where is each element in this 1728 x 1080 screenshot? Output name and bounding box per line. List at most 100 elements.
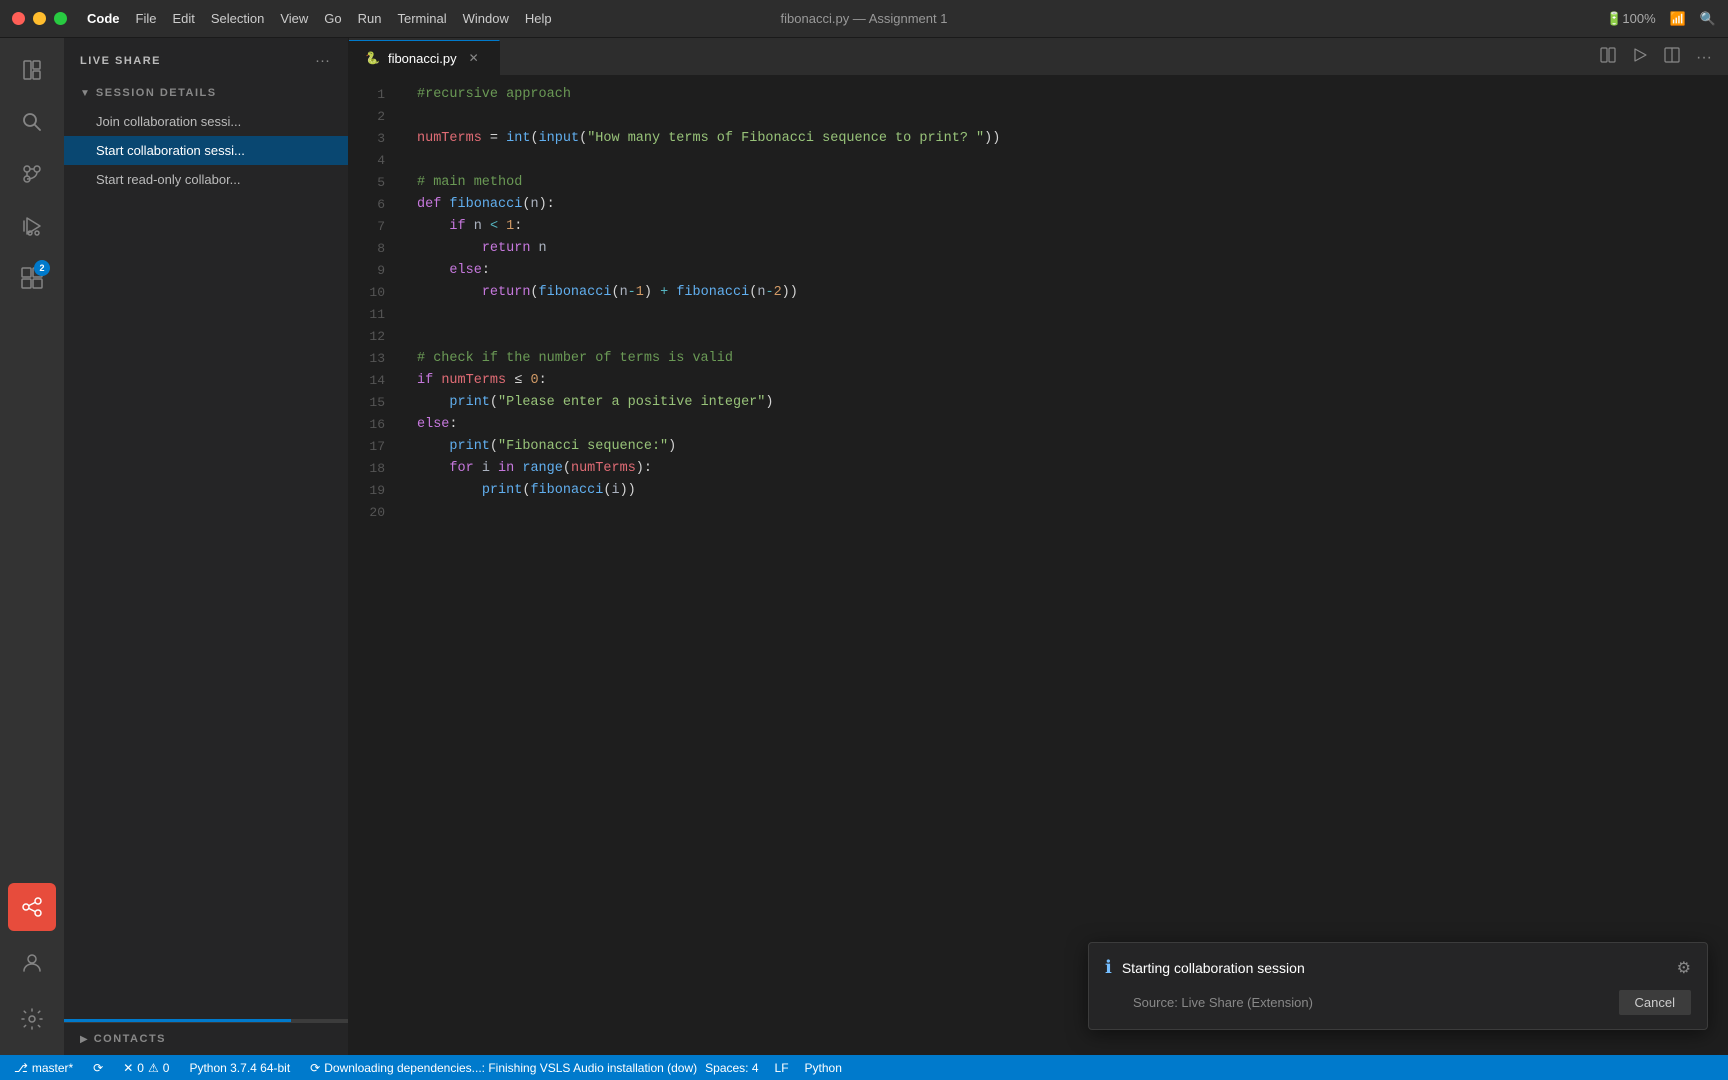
minimize-button[interactable] [33, 12, 46, 25]
menu-file[interactable]: File [136, 11, 157, 26]
clock-icon: 🔍 [1700, 11, 1716, 27]
line-num-6: 6 [349, 194, 401, 216]
menu-edit[interactable]: Edit [172, 11, 194, 26]
activity-settings[interactable] [8, 995, 56, 1043]
line-num-10: 10 [349, 282, 401, 304]
code-line-18: for i in range(numTerms): [401, 458, 1728, 480]
activity-run-debug[interactable] [8, 202, 56, 250]
activity-explorer[interactable] [8, 46, 56, 94]
line-num-2: 2 [349, 106, 401, 128]
line-num-3: 3 [349, 128, 401, 150]
errors-item[interactable]: ✕ 0 ⚠ 0 [119, 1055, 173, 1080]
language-item[interactable]: Python [801, 1055, 846, 1080]
line-num-16: 16 [349, 414, 401, 436]
code-line-2 [401, 106, 1728, 128]
code-line-1: #recursive approach [401, 84, 1728, 106]
editor-area: 🐍 fibonacci.py ✕ ··· 1 2 [349, 38, 1728, 1055]
sidebar-header-actions: ··· [313, 50, 332, 71]
maximize-button[interactable] [54, 12, 67, 25]
python-file-icon: 🐍 [365, 51, 380, 65]
menu-view[interactable]: View [280, 11, 308, 26]
split-editor-button[interactable] [1596, 43, 1620, 72]
sidebar-items-list: Join collaboration sessi... Start collab… [64, 107, 348, 1019]
line-numbers: 1 2 3 4 5 6 7 8 9 10 11 12 13 14 15 16 1… [349, 76, 401, 1055]
code-line-11 [401, 304, 1728, 326]
more-actions-button[interactable]: ··· [1692, 45, 1716, 71]
menu-run[interactable]: Run [358, 11, 382, 26]
activity-account[interactable] [8, 939, 56, 987]
line-num-13: 13 [349, 348, 401, 370]
git-branch-label: master* [32, 1061, 73, 1075]
session-details-title: SESSION DETAILS [96, 87, 217, 99]
sidebar-item-join[interactable]: Join collaboration sessi... [64, 107, 348, 136]
notification-settings-icon[interactable]: ⚙ [1677, 958, 1691, 978]
cancel-button[interactable]: Cancel [1619, 990, 1691, 1015]
code-line-7: if n < 1: [401, 216, 1728, 238]
menu-help[interactable]: Help [525, 11, 552, 26]
contacts-section[interactable]: ▶ CONTACTS [64, 1022, 348, 1055]
wifi-icon: 📶 [1670, 11, 1686, 27]
warnings-count: 0 [163, 1061, 170, 1075]
sidebar-item-start-collaboration[interactable]: Start collaboration sessi... [64, 136, 348, 165]
line-num-8: 8 [349, 238, 401, 260]
line-num-11: 11 [349, 304, 401, 326]
tab-label: fibonacci.py [388, 51, 457, 66]
language-label: Python [805, 1061, 842, 1075]
code-line-16: else: [401, 414, 1728, 436]
git-branch-item[interactable]: ⎇ master* [10, 1055, 77, 1080]
activity-search[interactable] [8, 98, 56, 146]
line-num-9: 9 [349, 260, 401, 282]
titlebar: Code File Edit Selection View Go Run Ter… [0, 0, 1728, 38]
spaces-item[interactable]: Spaces: 4 [701, 1055, 762, 1080]
activity-live-share[interactable] [8, 883, 56, 931]
tab-close-button[interactable]: ✕ [465, 49, 483, 67]
activity-extensions[interactable]: 2 [8, 254, 56, 302]
code-line-8: return n [401, 238, 1728, 260]
tab-fibonacci[interactable]: 🐍 fibonacci.py ✕ [349, 40, 500, 75]
code-line-3: numTerms = int(input("How many terms of … [401, 128, 1728, 150]
spaces-label: Spaces: 4 [705, 1061, 758, 1075]
run-button[interactable] [1628, 43, 1652, 72]
downloading-label: Downloading dependencies...: Finishing V… [324, 1061, 697, 1075]
layout-button[interactable] [1660, 43, 1684, 72]
downloading-item[interactable]: ⟳ Downloading dependencies...: Finishing… [306, 1055, 701, 1080]
notification-popup: ℹ Starting collaboration session ⚙ Sourc… [1088, 942, 1708, 1030]
titlebar-right-icons: 🔋100% 📶 🔍 [1606, 11, 1716, 27]
code-editor[interactable]: 1 2 3 4 5 6 7 8 9 10 11 12 13 14 15 16 1… [349, 76, 1728, 1055]
code-line-13: # check if the number of terms is valid [401, 348, 1728, 370]
git-branch-icon: ⎇ [14, 1061, 28, 1075]
sidebar: LIVE SHARE ··· ▼ SESSION DETAILS Join co… [64, 38, 349, 1055]
warning-icon: ⚠ [148, 1061, 159, 1075]
close-button[interactable] [12, 12, 25, 25]
window-controls[interactable] [12, 12, 67, 25]
menu-code[interactable]: Code [87, 11, 120, 26]
activity-source-control[interactable] [8, 150, 56, 198]
code-content[interactable]: #recursive approach numTerms = int(input… [401, 76, 1728, 1055]
menu-window[interactable]: Window [463, 11, 509, 26]
tab-bar-actions: ··· [1584, 40, 1728, 75]
menu-bar[interactable]: Code File Edit Selection View Go Run Ter… [87, 11, 552, 26]
lf-item[interactable]: LF [771, 1055, 793, 1080]
code-line-6: def fibonacci(n): [401, 194, 1728, 216]
sidebar-item-readonly[interactable]: Start read-only collabor... [64, 165, 348, 194]
sidebar-more-button[interactable]: ··· [313, 50, 332, 71]
sync-item[interactable]: ⟳ [89, 1055, 107, 1080]
menu-selection[interactable]: Selection [211, 11, 264, 26]
tab-bar: 🐍 fibonacci.py ✕ ··· [349, 38, 1728, 76]
notification-actions: Cancel [1619, 990, 1691, 1015]
line-num-12: 12 [349, 326, 401, 348]
activity-bar: 2 [0, 38, 64, 1055]
code-line-12 [401, 326, 1728, 348]
sidebar-header: LIVE SHARE ··· [64, 38, 348, 79]
menu-terminal[interactable]: Terminal [398, 11, 447, 26]
window-title: fibonacci.py — Assignment 1 [781, 11, 948, 26]
line-num-20: 20 [349, 502, 401, 524]
code-line-5: # main method [401, 172, 1728, 194]
menu-go[interactable]: Go [324, 11, 341, 26]
status-right: Spaces: 4 LF Python [701, 1055, 846, 1080]
line-num-15: 15 [349, 392, 401, 414]
session-details-section[interactable]: ▼ SESSION DETAILS [64, 79, 348, 107]
sidebar-item-join-label: Join collaboration sessi... [96, 114, 241, 129]
python-version-item[interactable]: Python 3.7.4 64-bit [185, 1055, 294, 1080]
info-icon: ℹ [1105, 957, 1112, 978]
